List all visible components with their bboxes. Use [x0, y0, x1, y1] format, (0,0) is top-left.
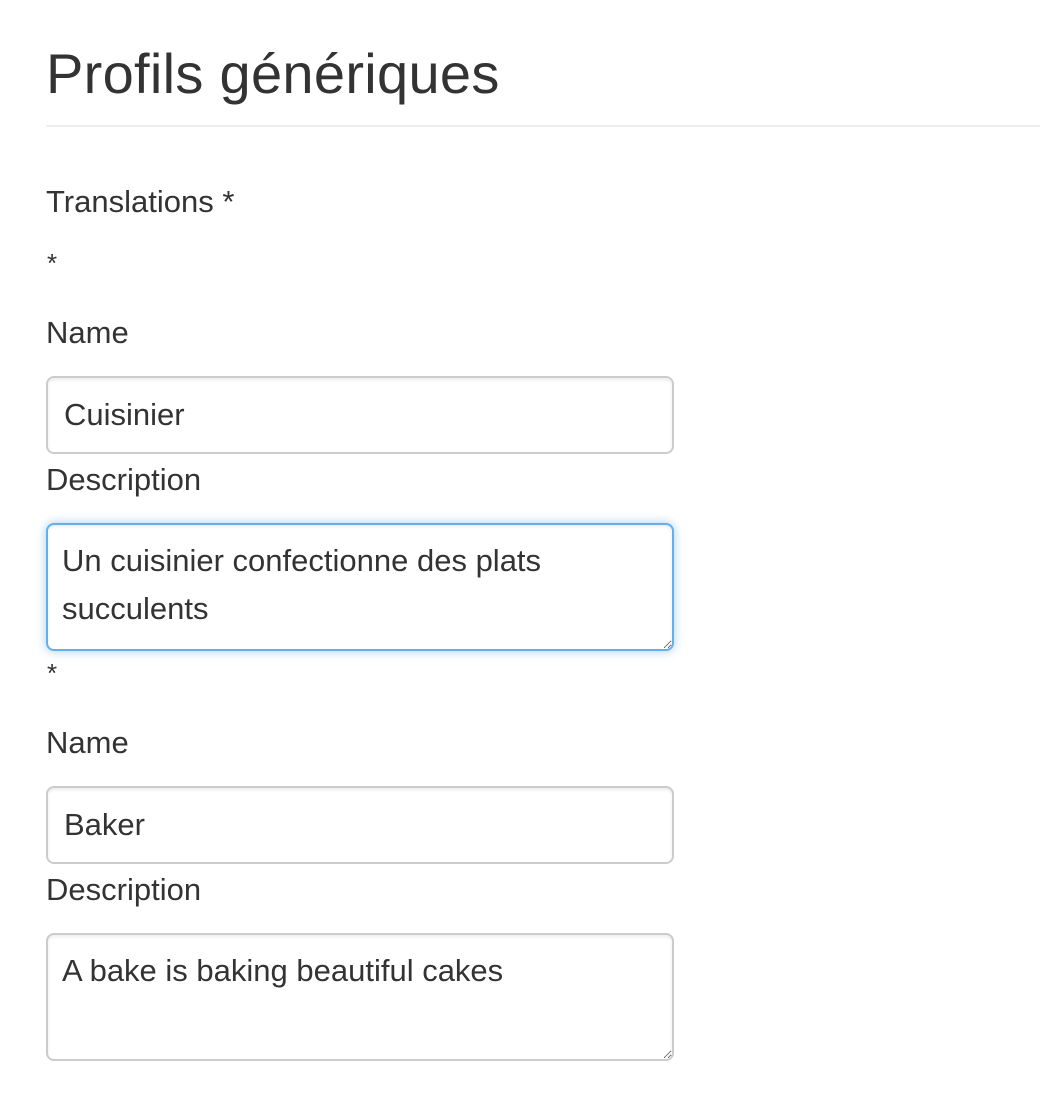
name-input-2[interactable]	[46, 786, 674, 864]
required-marker: *	[47, 658, 58, 688]
description-label: Description	[46, 462, 202, 497]
required-marker: *	[47, 248, 58, 278]
page-title: Profils génériques	[46, 42, 500, 105]
name-label: Name	[46, 315, 129, 350]
title-divider	[46, 125, 1040, 127]
name-label: Name	[46, 725, 129, 760]
translations-label: Translations *	[46, 184, 235, 219]
description-textarea-1[interactable]: Un cuisinier confectionne des plats succ…	[46, 523, 674, 651]
description-textarea-2[interactable]: A bake is baking beautiful cakes	[46, 933, 674, 1061]
description-label: Description	[46, 872, 202, 907]
name-input-1[interactable]	[46, 376, 674, 454]
